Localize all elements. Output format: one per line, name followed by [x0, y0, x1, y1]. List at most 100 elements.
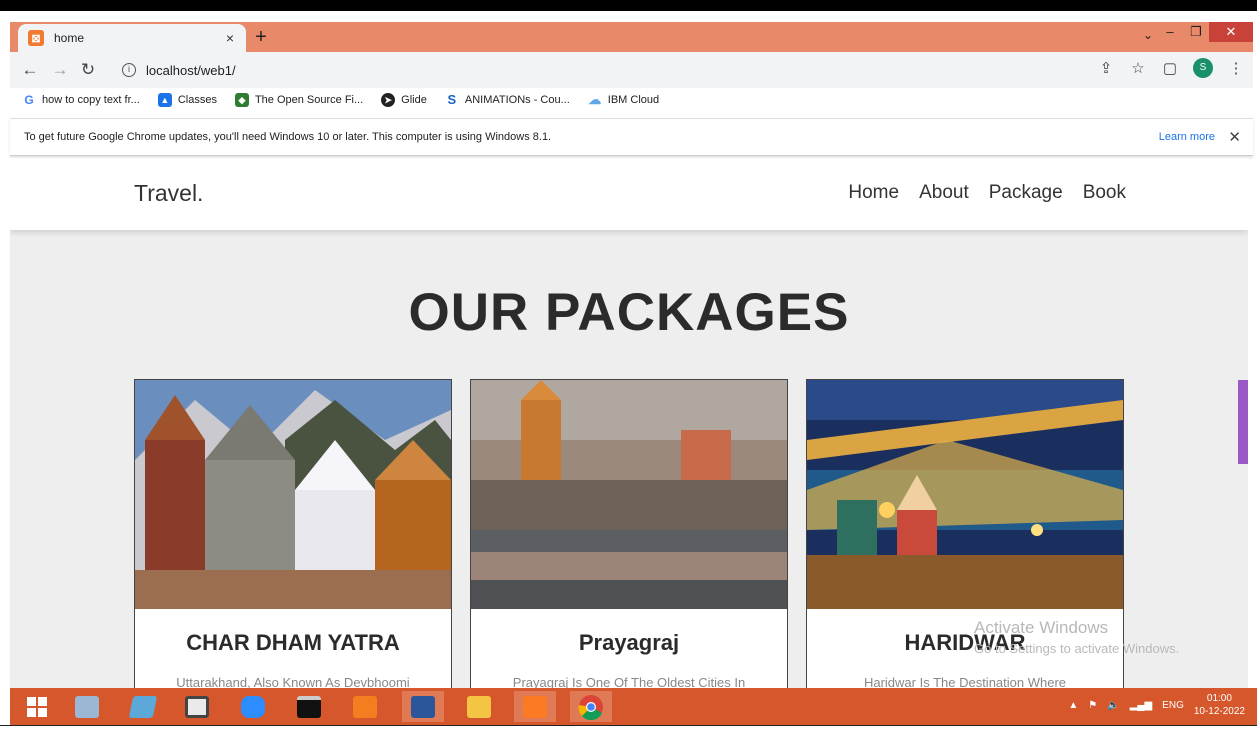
- bookmark-label: Classes: [177, 94, 217, 106]
- bookmark-label: The Open Source Fi...: [254, 94, 364, 106]
- folder-icon: [467, 695, 491, 718]
- windows-taskbar: ▲ ⚑ 🔈 ▂▄▆ ENG 01:00 10-12-2022: [10, 688, 1257, 725]
- taskbar-word[interactable]: [402, 691, 444, 722]
- bookmarks-bar: G how to copy text fr... ▲ Classes ◆ The…: [10, 88, 1253, 112]
- back-icon[interactable]: ←: [20, 60, 40, 80]
- volume-icon[interactable]: 🔈: [1107, 700, 1119, 711]
- learn-more-link[interactable]: Learn more: [1159, 131, 1215, 143]
- share-icon[interactable]: ⇪: [1097, 59, 1115, 77]
- side-panel-icon[interactable]: ▢: [1161, 59, 1179, 77]
- bottom-border: [0, 725, 1257, 740]
- card-description: Haridwar Is The Destination Where: [863, 675, 1067, 688]
- bookmark-item[interactable]: ◆ The Open Source Fi...: [234, 93, 364, 107]
- clock[interactable]: 01:00 10-12-2022: [1194, 692, 1245, 718]
- bookmark-label: how to copy text fr...: [42, 94, 140, 106]
- char-dham-image: [135, 380, 451, 609]
- nav-home[interactable]: Home: [848, 182, 899, 204]
- command-prompt-icon: [297, 695, 321, 718]
- bookmark-item[interactable]: ☁ IBM Cloud: [588, 93, 659, 107]
- forward-icon[interactable]: →: [50, 60, 70, 80]
- top-border: [0, 0, 1257, 11]
- sublime-text-icon: [353, 695, 377, 718]
- site-nav: Home About Package Book: [848, 182, 1126, 204]
- cloud-icon: ☁: [588, 92, 602, 107]
- taskbar-chrome[interactable]: [570, 691, 612, 722]
- activate-windows-sub: Go to Settings to activate Windows.: [974, 641, 1180, 656]
- activate-windows-title: Activate Windows: [974, 618, 1109, 637]
- infobar-message: To get future Google Chrome updates, you…: [24, 131, 552, 143]
- tray-expand-icon[interactable]: ▲: [1068, 700, 1078, 711]
- open-source-icon: ◆: [234, 93, 249, 107]
- profile-avatar[interactable]: S: [1193, 58, 1213, 78]
- clock-time: 01:00: [1206, 693, 1232, 704]
- browser-tab[interactable]: ⊠ home ×: [18, 24, 246, 52]
- tab-search-icon[interactable]: ⌄: [1143, 28, 1153, 42]
- window-controls: – ❐ ✕: [1157, 22, 1253, 44]
- bookmark-item[interactable]: ➤ Glide: [381, 93, 427, 107]
- word-icon: [411, 695, 435, 718]
- taskbar-notes[interactable]: [122, 691, 164, 722]
- site-header: Travel. Home About Package Book: [10, 158, 1248, 230]
- signal-icon[interactable]: ▂▄▆: [1130, 700, 1152, 711]
- window-close-icon[interactable]: ✕: [1209, 22, 1253, 42]
- screen: ⊠ home × + ⌄ – ❐ ✕ ← → ↻ i localhost/web…: [0, 0, 1257, 740]
- toolbar-actions: ⇪ ☆ ▢ S ⋮: [1097, 58, 1245, 78]
- system-tray: ▲ ⚑ 🔈 ▂▄▆ ENG 01:00 10-12-2022: [1068, 692, 1245, 718]
- browser-toolbar: ← → ↻ i localhost/web1/ ⇪ ☆ ▢ S ⋮: [10, 52, 1253, 88]
- side-tab[interactable]: [1238, 380, 1248, 464]
- tab-title: home: [54, 31, 85, 45]
- flag-icon[interactable]: ⚑: [1088, 700, 1097, 711]
- nav-book[interactable]: Book: [1083, 182, 1126, 204]
- taskbar-sublime[interactable]: [344, 691, 386, 722]
- bookmark-item[interactable]: G how to copy text fr...: [22, 93, 140, 107]
- bookmark-item[interactable]: S ANIMATIONs - Cou...: [445, 93, 570, 107]
- url-text[interactable]: localhost/web1/: [146, 63, 236, 78]
- nav-package[interactable]: Package: [989, 182, 1063, 204]
- taskbar-terminal-app[interactable]: [176, 691, 218, 722]
- glide-icon: ➤: [381, 93, 396, 107]
- xampp-icon: ⊠: [28, 30, 44, 46]
- taskbar-cmd[interactable]: [288, 691, 330, 722]
- minimize-icon[interactable]: –: [1157, 22, 1183, 42]
- tab-strip: ⊠ home × + ⌄ – ❐ ✕: [10, 22, 1253, 52]
- language-indicator[interactable]: ENG: [1162, 700, 1184, 711]
- bookmark-label: Glide: [401, 94, 427, 106]
- prayagraj-image: [471, 380, 787, 609]
- chrome-icon: [578, 694, 603, 720]
- start-button[interactable]: [16, 691, 58, 722]
- reload-icon[interactable]: ↻: [78, 60, 98, 80]
- classes-icon: ▲: [157, 93, 172, 107]
- bookmark-label: ANIMATIONs - Cou...: [464, 94, 570, 106]
- site-logo[interactable]: Travel.: [134, 180, 203, 207]
- tab-close-icon[interactable]: ×: [220, 30, 240, 46]
- web-page: Travel. Home About Package Book OUR PACK…: [10, 158, 1248, 688]
- address-bar[interactable]: i localhost/web1/: [110, 57, 1170, 83]
- clock-date: 10-12-2022: [1193, 706, 1245, 717]
- card-description: Uttarakhand, Also Known As Devbhoomi: [176, 675, 410, 688]
- package-card[interactable]: Prayagraj Prayagraj Is One Of The Oldest…: [470, 379, 788, 688]
- package-card[interactable]: CHAR DHAM YATRA Uttarakhand, Also Known …: [134, 379, 452, 688]
- site-info-icon[interactable]: i: [122, 63, 136, 77]
- skillshare-icon: S: [447, 92, 457, 107]
- bookmark-item[interactable]: ▲ Classes: [157, 93, 217, 107]
- taskbar-zoom[interactable]: [232, 691, 274, 722]
- nav-about[interactable]: About: [919, 182, 969, 204]
- notes-icon: [128, 695, 158, 718]
- taskbar-xampp[interactable]: [514, 691, 556, 722]
- restore-icon[interactable]: ❐: [1183, 22, 1209, 42]
- windows-logo-icon: [27, 696, 47, 717]
- packages-heading: OUR PACKAGES: [408, 283, 850, 342]
- bookmark-label: IBM Cloud: [607, 94, 660, 106]
- card-title: CHAR DHAM YATRA: [186, 630, 400, 655]
- infobar-close-icon[interactable]: ✕: [1228, 128, 1241, 146]
- taskbar-file-explorer[interactable]: [458, 691, 500, 722]
- card-description: Prayagraj Is One Of The Oldest Cities In: [512, 675, 746, 688]
- xampp-icon: [523, 695, 547, 718]
- window-app-icon: [185, 695, 209, 718]
- menu-kebab-icon[interactable]: ⋮: [1227, 59, 1245, 77]
- remote-desktop-icon: [75, 695, 99, 718]
- bookmark-star-icon[interactable]: ☆: [1129, 59, 1147, 77]
- taskbar-remote-desktop[interactable]: [66, 691, 108, 722]
- new-tab-button[interactable]: +: [250, 26, 272, 48]
- haridwar-image: [807, 380, 1123, 609]
